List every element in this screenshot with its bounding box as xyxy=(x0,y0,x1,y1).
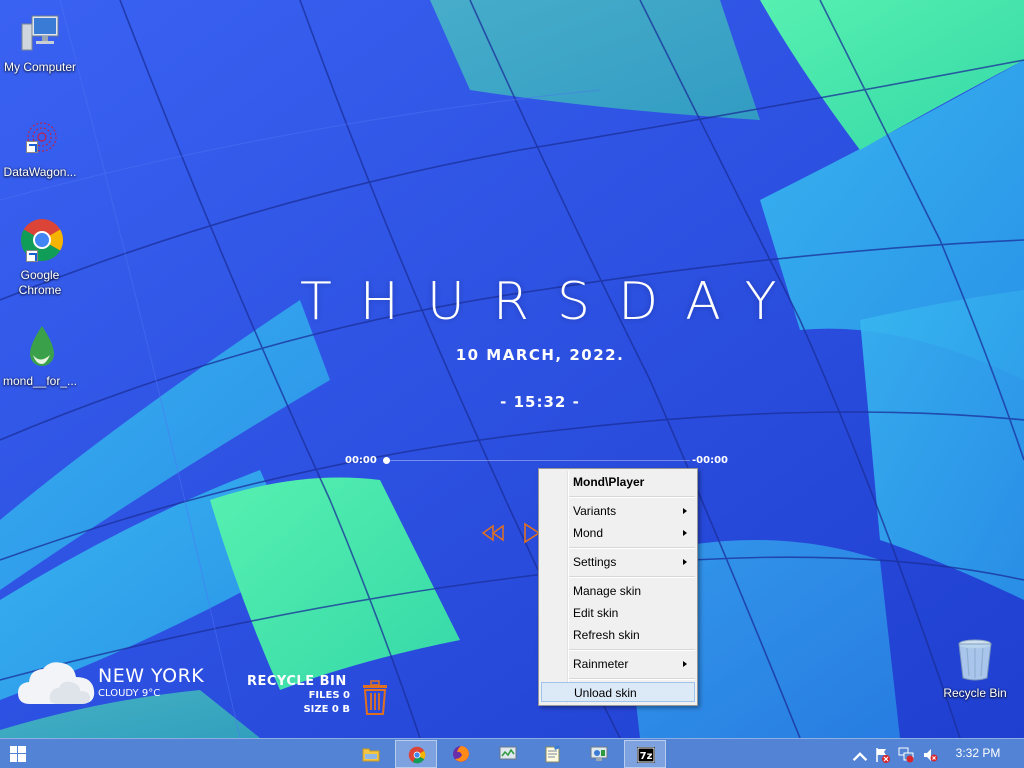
task-manager-icon xyxy=(499,746,517,760)
menu-item-label: Unload skin xyxy=(574,686,637,700)
player-progress-knob[interactable] xyxy=(383,457,390,464)
previous-track-icon[interactable] xyxy=(481,524,505,542)
player-progress-track[interactable] xyxy=(384,460,690,461)
recycle-skin-files: FILES 0 xyxy=(308,690,350,701)
taskbar-control-panel[interactable] xyxy=(578,740,620,768)
trash-can-icon[interactable] xyxy=(360,680,390,716)
submenu-arrow-icon xyxy=(683,559,687,565)
taskbar-firefox[interactable] xyxy=(440,740,482,768)
menu-item-edit-skin[interactable]: Edit skin xyxy=(541,603,695,623)
clock-time: - 15:32 - xyxy=(500,393,580,411)
submenu-arrow-icon xyxy=(683,530,687,536)
mond-installer-desktop-icon[interactable]: mond__for_... xyxy=(0,324,80,389)
menu-item-manage-skin[interactable]: Manage skin xyxy=(541,581,695,601)
submenu-arrow-icon xyxy=(683,508,687,514)
7zip-icon: 7z xyxy=(637,747,655,763)
weather-condition: CLOUDY 9°C xyxy=(98,688,161,699)
menu-separator xyxy=(569,496,695,498)
control-panel-icon xyxy=(590,746,608,761)
player-remaining: -00:00 xyxy=(692,455,728,466)
menu-item-refresh-skin[interactable]: Refresh skin xyxy=(541,625,695,645)
taskbar-7zip[interactable]: 7z xyxy=(624,740,666,768)
firefox-icon xyxy=(453,746,469,762)
player-elapsed: 00:00 xyxy=(345,455,377,466)
menu-item-label: Manage skin xyxy=(573,584,642,598)
clock-day: THURSDAY xyxy=(300,272,805,332)
menu-item-variants[interactable]: Variants xyxy=(541,501,695,521)
taskbar-file-explorer[interactable] xyxy=(350,740,392,768)
shortcut-arrow-icon xyxy=(26,141,38,153)
shortcut-arrow-icon xyxy=(26,250,38,262)
google-chrome-label: Google Chrome xyxy=(18,268,62,297)
my-computer-label: My Computer xyxy=(3,60,77,74)
desktop-wallpaper xyxy=(0,0,1024,738)
action-center-flag-icon[interactable] xyxy=(874,747,890,763)
menu-item-rainmeter[interactable]: Rainmeter xyxy=(541,654,695,674)
menu-separator xyxy=(569,576,695,578)
menu-separator xyxy=(569,678,695,680)
taskbar-clock[interactable]: 3:32 PM xyxy=(950,746,1006,760)
google-chrome-desktop-icon[interactable]: Google Chrome xyxy=(0,218,80,298)
cloud-icon xyxy=(18,662,95,704)
menu-separator xyxy=(569,649,695,651)
chrome-icon xyxy=(408,746,426,764)
menu-item-label: Variants xyxy=(573,504,617,518)
recycle-bin-desktop-icon[interactable]: Recycle Bin xyxy=(935,636,1015,701)
taskbar-chrome[interactable] xyxy=(395,740,437,768)
notepad-icon xyxy=(545,745,560,763)
svg-text:7z: 7z xyxy=(640,751,653,762)
chrome-icon xyxy=(16,218,64,266)
menu-item-mond[interactable]: Mond xyxy=(541,523,695,543)
rainmeter-drop-icon xyxy=(16,324,64,372)
recycle-bin-icon xyxy=(951,636,999,684)
weather-city: NEW YORK xyxy=(98,665,205,687)
datawagon-desktop-icon[interactable]: DataWagon... xyxy=(0,115,80,180)
skin-context-menu: Mond\Player Variants Mond Settings Manag… xyxy=(538,468,698,706)
clock-date: 10 MARCH, 2022. xyxy=(455,346,625,364)
datawagon-label: DataWagon... xyxy=(3,165,77,179)
my-computer-desktop-icon[interactable]: My Computer xyxy=(0,10,80,75)
recycle-skin-size: SIZE 0 B xyxy=(303,704,350,715)
recycle-skin-title: RECYCLE BIN xyxy=(247,674,347,689)
menu-item-unload-skin[interactable]: Unload skin xyxy=(541,682,695,702)
mond-installer-label: mond__for_... xyxy=(2,374,78,388)
submenu-arrow-icon xyxy=(683,661,687,667)
network-icon[interactable] xyxy=(898,747,914,763)
taskbar-task-manager[interactable] xyxy=(487,740,529,768)
menu-item-settings[interactable]: Settings xyxy=(541,552,695,572)
menu-item-label: Edit skin xyxy=(573,606,619,620)
taskbar-notepad[interactable] xyxy=(532,740,574,768)
menu-item-label: Mond xyxy=(573,526,604,540)
start-button[interactable] xyxy=(10,746,26,762)
volume-muted-icon[interactable] xyxy=(922,747,938,763)
menu-item-label: Refresh skin xyxy=(573,628,640,642)
show-hidden-icons-chevron-icon[interactable] xyxy=(852,749,868,765)
menu-item-label: Rainmeter xyxy=(573,657,629,671)
datawagon-icon xyxy=(16,115,64,163)
computer-icon xyxy=(16,10,64,58)
recycle-bin-label: Recycle Bin xyxy=(943,686,1007,700)
menu-separator xyxy=(569,547,695,549)
taskbar: 7z xyxy=(0,738,1024,768)
menu-header-mond-player[interactable]: Mond\Player xyxy=(541,472,695,492)
menu-item-label: Settings xyxy=(573,555,617,569)
folder-icon xyxy=(362,748,380,762)
menu-header-label: Mond\Player xyxy=(573,475,645,489)
